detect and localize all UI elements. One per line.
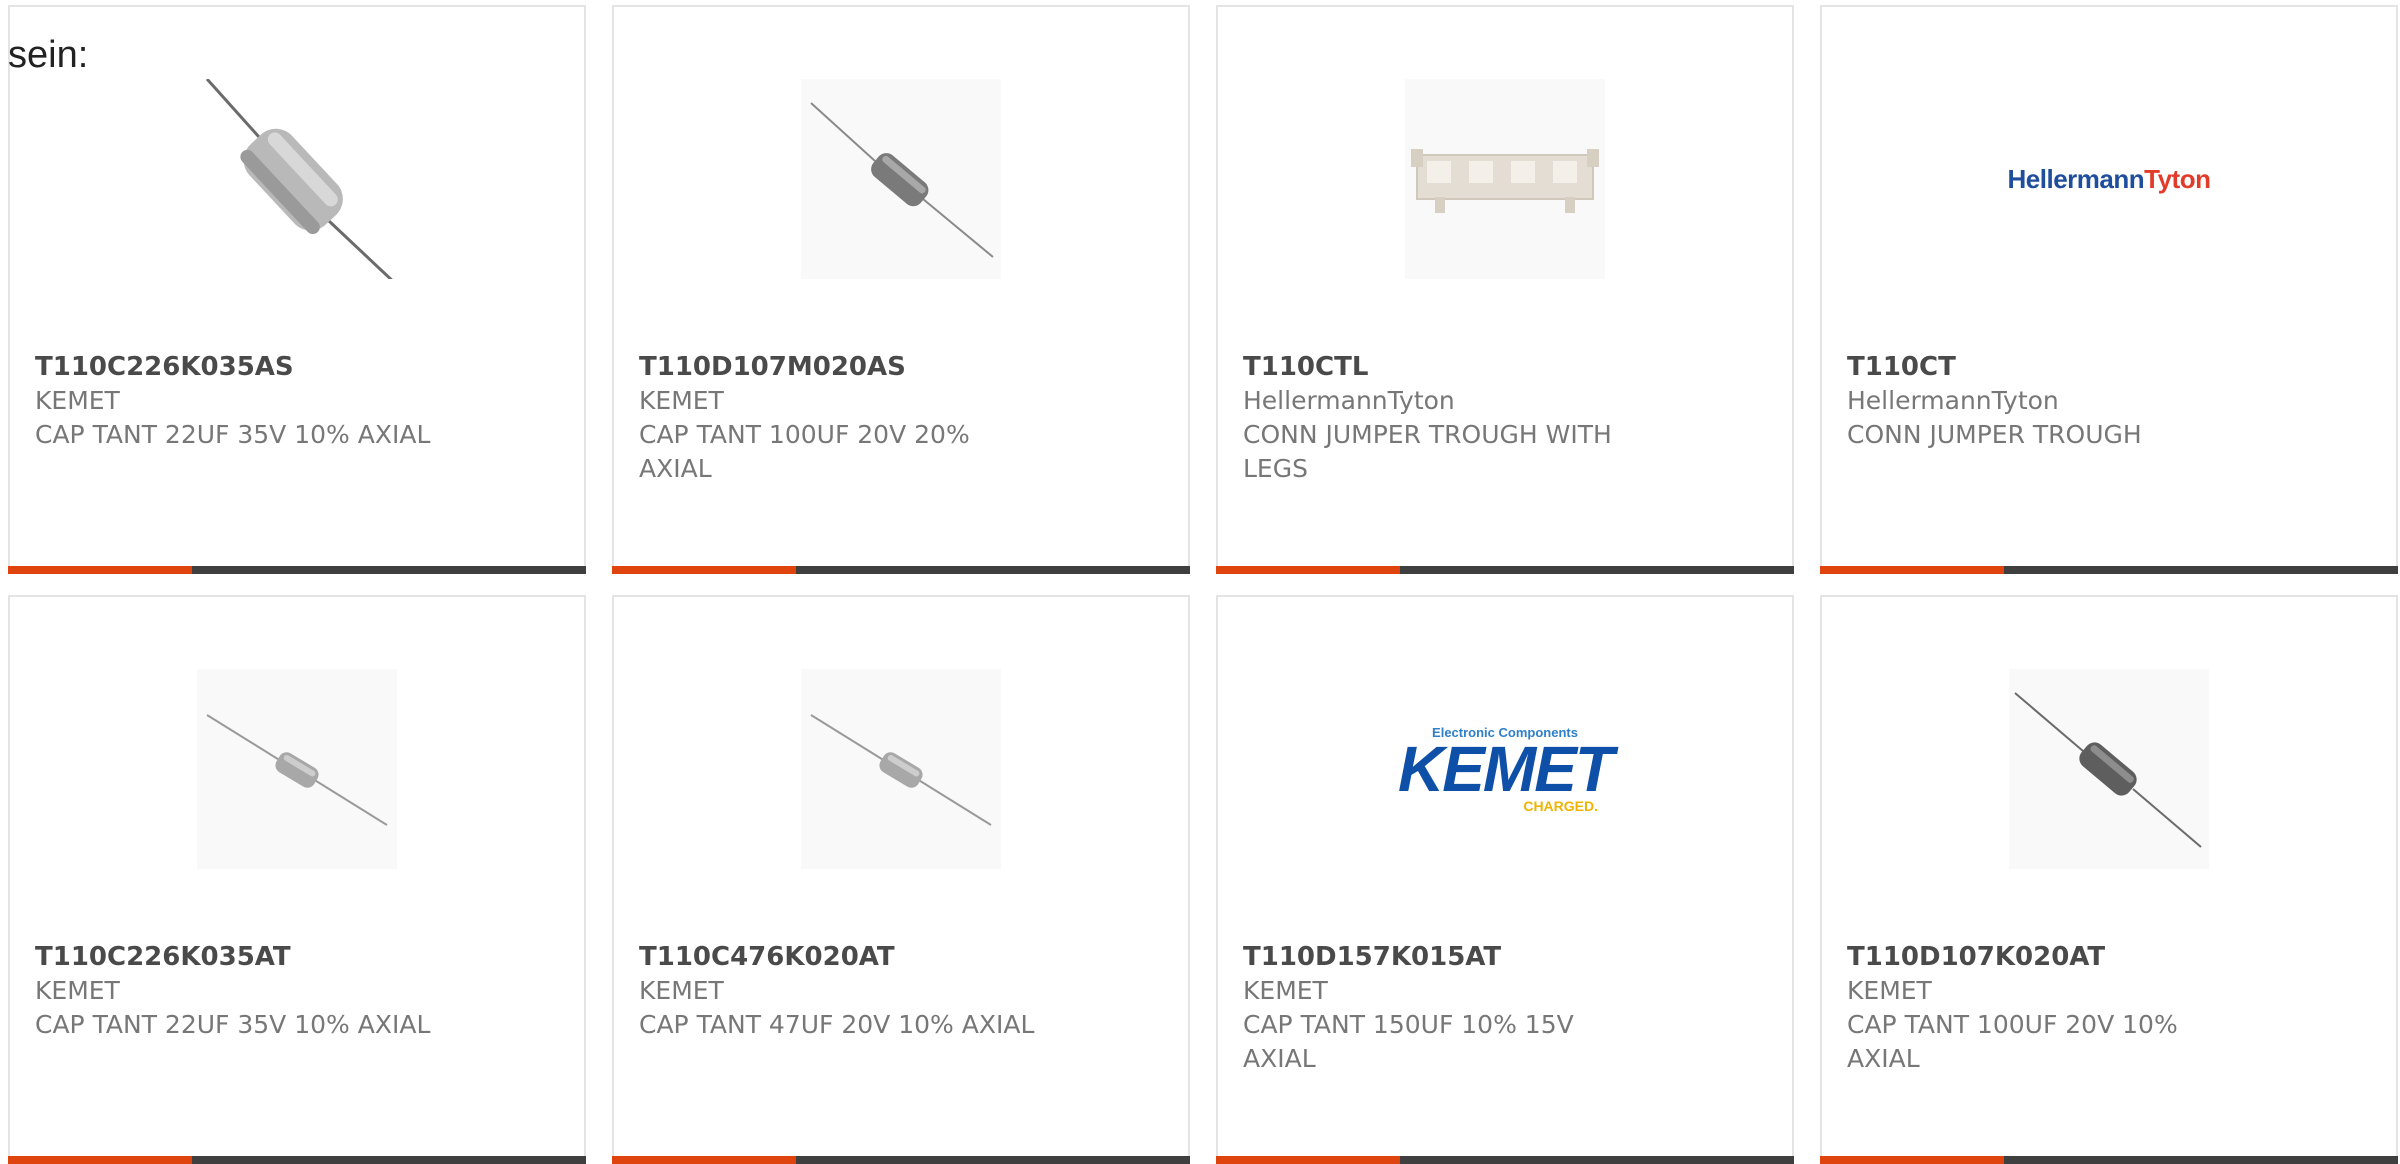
card-footer-bar [8,1156,586,1164]
card-footer-bar [1820,1156,2398,1164]
product-card[interactable]: Electronic Components KEMET CHARGED. T11… [1216,595,1794,1164]
product-description: CAP TANT 100UF 20V 10% AXIAL [1847,1010,2178,1073]
product-description: CONN JUMPER TROUGH [1847,420,2142,449]
product-description: CAP TANT 22UF 35V 10% AXIAL [35,420,431,449]
product-info: T110C226K035AS KEMET CAP TANT 22UF 35V 1… [35,350,559,452]
card-footer-bar [1820,566,2398,574]
product-card[interactable]: T110CTL HellermannTyton CONN JUMPER TROU… [1216,5,1794,574]
card-accent [1216,566,1400,574]
product-image[interactable] [1405,79,1605,279]
part-number[interactable]: T110CT [1847,350,2371,384]
card-accent [612,1156,796,1164]
manufacturer: KEMET [1847,976,1932,1005]
product-card[interactable]: T110D107K020AT KEMET CAP TANT 100UF 20V … [1820,595,2398,1164]
manufacturer: KEMET [639,976,724,1005]
card-accent [1820,566,2004,574]
part-number[interactable]: T110D107K020AT [1847,940,2371,974]
card-footer-bar [612,1156,1190,1164]
hellermanntyton-logo: HellermannTyton [2008,164,2211,195]
product-description: CONN JUMPER TROUGH WITH LEGS [1243,420,1612,483]
product-info: T110C226K035AT KEMET CAP TANT 22UF 35V 1… [35,940,559,1042]
card-accent [612,566,796,574]
product-description: CAP TANT 100UF 20V 20% AXIAL [639,420,970,483]
product-description: CAP TANT 22UF 35V 10% AXIAL [35,1010,431,1039]
part-number[interactable]: T110C226K035AT [35,940,559,974]
product-image[interactable] [801,669,1001,869]
card-accent [1216,1156,1400,1164]
product-image[interactable] [197,669,397,869]
product-card[interactable]: T110D107M020AS KEMET CAP TANT 100UF 20V … [612,5,1190,574]
manufacturer: HellermannTyton [1847,386,2059,415]
logo-text-part1: Hellermann [2007,163,2145,194]
product-info: T110CT HellermannTyton CONN JUMPER TROUG… [1847,350,2371,452]
logo-subline: CHARGED. [1523,797,1598,814]
logo-wordmark: KEMET [1398,732,1614,805]
capacitor-image-icon [2014,692,2202,848]
product-image[interactable]: Electronic Components KEMET CHARGED. [1398,669,1614,869]
intro-text: sein: [8,34,89,76]
logo-text-part2: Tyton [2144,163,2211,194]
manufacturer: KEMET [35,976,120,1005]
product-card[interactable]: T110C476K020AT KEMET CAP TANT 47UF 20V 1… [612,595,1190,1164]
manufacturer: KEMET [639,386,724,415]
product-info: T110D107M020AS KEMET CAP TANT 100UF 20V … [639,350,1163,486]
product-image[interactable]: HellermannTyton [2008,79,2211,279]
product-info: T110CTL HellermannTyton CONN JUMPER TROU… [1243,350,1767,486]
part-number[interactable]: T110CTL [1243,350,1767,384]
kemet-logo: Electronic Components KEMET CHARGED. [1398,725,1614,814]
card-footer-bar [1216,1156,1794,1164]
capacitor-image-icon [205,79,393,279]
part-number[interactable]: T110D157K015AT [1243,940,1767,974]
part-number[interactable]: T110C226K035AS [35,350,559,384]
product-grid: T110C226K035AS KEMET CAP TANT 22UF 35V 1… [8,5,2400,1164]
product-card[interactable]: T110C226K035AS KEMET CAP TANT 22UF 35V 1… [8,5,586,574]
manufacturer: HellermannTyton [1243,386,1455,415]
product-image[interactable] [801,79,1001,279]
card-accent [1820,1156,2004,1164]
capacitor-image-icon [810,102,994,258]
product-info: T110C476K020AT KEMET CAP TANT 47UF 20V 1… [639,940,1163,1042]
card-accent [8,1156,192,1164]
jumper-trough-icon [1411,149,1599,213]
product-info: T110D107K020AT KEMET CAP TANT 100UF 20V … [1847,940,2371,1076]
product-card[interactable]: HellermannTyton T110CT HellermannTyton C… [1820,5,2398,574]
manufacturer: KEMET [1243,976,1328,1005]
capacitor-image-icon [206,714,388,826]
manufacturer: KEMET [35,386,120,415]
part-number[interactable]: T110D107M020AS [639,350,1163,384]
product-card[interactable]: T110C226K035AT KEMET CAP TANT 22UF 35V 1… [8,595,586,1164]
part-number[interactable]: T110C476K020AT [639,940,1163,974]
product-image[interactable] [197,79,397,279]
capacitor-image-icon [810,714,992,826]
card-accent [8,566,192,574]
card-footer-bar [8,566,586,574]
product-info: T110D157K015AT KEMET CAP TANT 150UF 10% … [1243,940,1767,1076]
product-image[interactable] [2009,669,2209,869]
product-description: CAP TANT 150UF 10% 15V AXIAL [1243,1010,1574,1073]
card-footer-bar [1216,566,1794,574]
product-description: CAP TANT 47UF 20V 10% AXIAL [639,1010,1035,1039]
card-footer-bar [612,566,1190,574]
